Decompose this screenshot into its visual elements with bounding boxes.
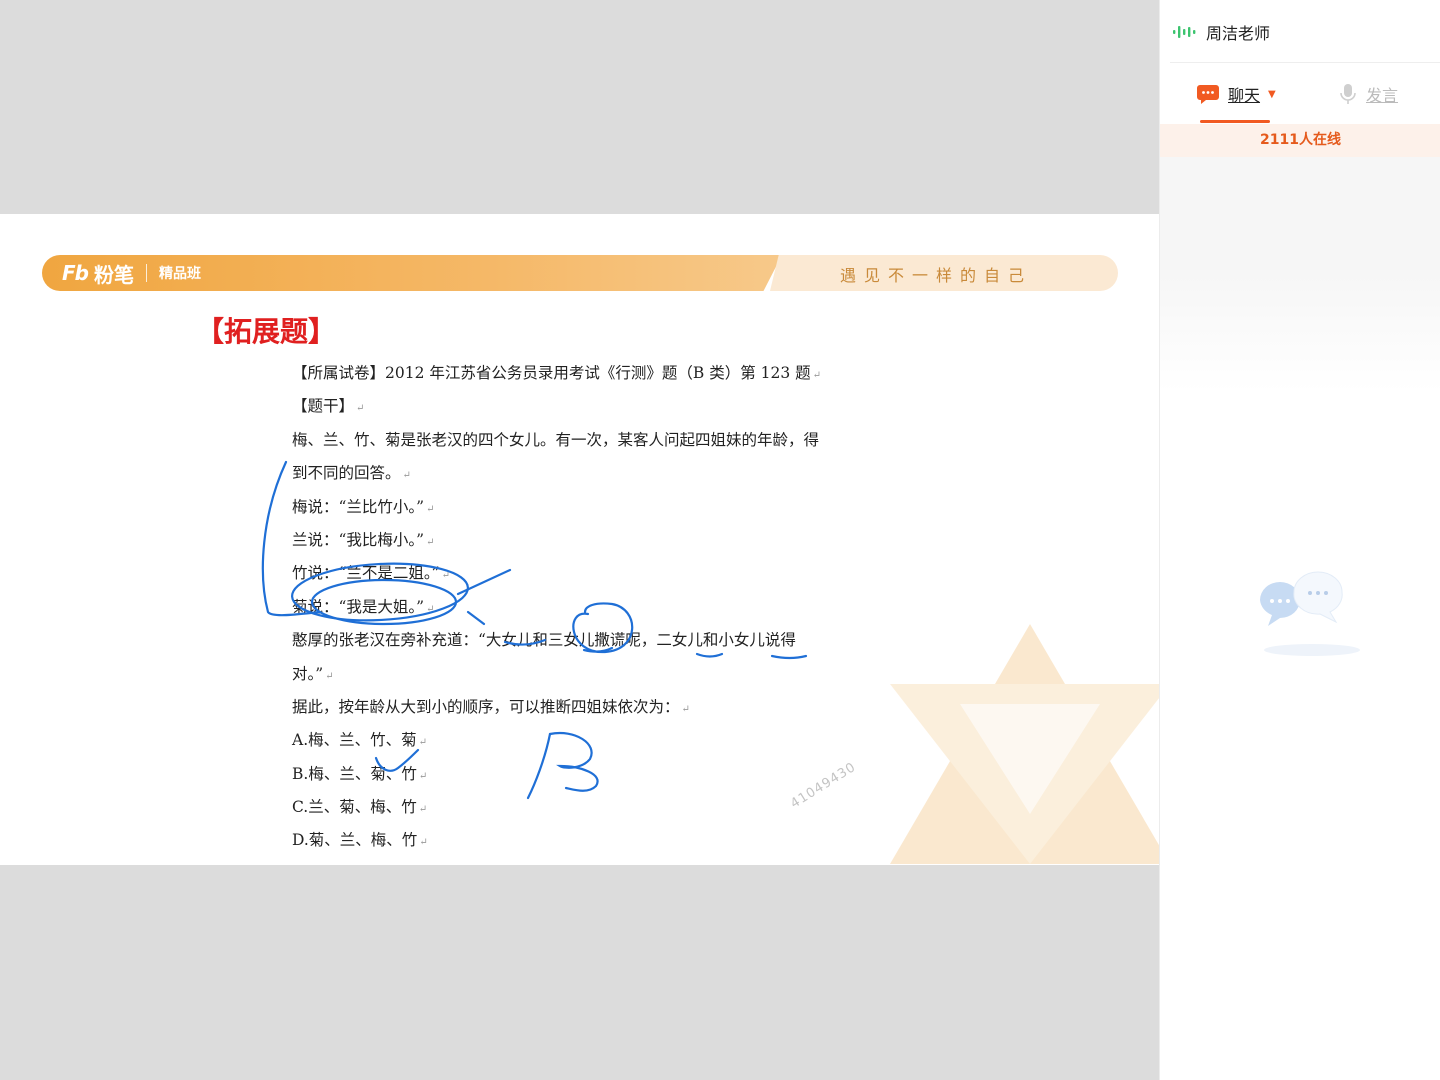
- chat-bubble-icon: [1197, 85, 1219, 104]
- online-count: 2111人在线: [1160, 124, 1440, 157]
- caret-down-icon[interactable]: ▼: [1268, 89, 1276, 100]
- option-d: D.菊、兰、梅、竹 ↵: [292, 831, 428, 850]
- tab-speak[interactable]: 发言: [1340, 82, 1398, 106]
- question-line: 梅、兰、竹、菊是张老汉的四个女儿。有一次，某客人问起四姐妹的年龄，得: [292, 430, 820, 449]
- class-label: 精品班: [158, 266, 201, 282]
- question-line: 梅说：“兰比竹小。” ↵: [292, 497, 435, 516]
- question-line: 菊说：“我是大姐。” ↵: [292, 597, 435, 616]
- brand-separator: [145, 264, 147, 282]
- question-line: 到不同的回答。 ↵: [292, 464, 411, 483]
- chat-area-fade: [1160, 272, 1440, 392]
- microphone-icon: [1340, 84, 1356, 104]
- section-title: 【拓展题】: [196, 315, 337, 348]
- empty-chat-icon: [1260, 571, 1360, 656]
- tab-chat-label: 聊天: [1228, 86, 1261, 105]
- slide-stage: Fb 粉笔 精品班 遇见不一样的自己 【拓展题】 【所属试卷】2012 年江苏省…: [0, 0, 1159, 1080]
- decorative-triangle-logo: [890, 624, 1159, 864]
- question-line: 竹说：“兰不是二姐。” ↵: [292, 564, 450, 583]
- teacher-name: 周洁老师: [1206, 24, 1271, 43]
- question-line: 【所属试卷】2012 年江苏省公务员录用考试《行测》题（B 类）第 123 题 ↵: [292, 364, 822, 382]
- question-line: 【题干】 ↵: [292, 397, 365, 416]
- question-body: 【所属试卷】2012 年江苏省公务员录用考试《行测》题（B 类）第 123 题 ↵…: [292, 357, 892, 858]
- brand-logo: Fb 粉笔 精品班: [62, 260, 201, 287]
- active-tab-indicator: [1200, 120, 1270, 123]
- question-line: 憨厚的张老汉在旁补充道：“大女儿和三女儿撒谎呢，二女儿和小女儿说得: [292, 631, 796, 650]
- question-line: 兰说：“我比梅小。” ↵: [292, 530, 435, 549]
- question-line: 据此，按年龄从大到小的顺序，可以推断四姐妹依次为： ↵: [292, 697, 690, 716]
- audio-wave-icon: [1173, 26, 1196, 38]
- tab-speak-label: 发言: [1366, 86, 1399, 105]
- option-b: B.梅、兰、菊、竹 ↵: [292, 764, 428, 783]
- brand-mark: Fb: [62, 261, 89, 285]
- question-line: 对。” ↵: [292, 664, 334, 683]
- live-side-panel: 周洁老师 聊天 ▼ 发言 2111人在线: [1159, 0, 1440, 1080]
- tab-chat[interactable]: 聊天 ▼: [1196, 82, 1276, 106]
- brand-name: 粉笔: [93, 262, 134, 287]
- slogan-text: 遇见不一样的自己: [840, 266, 1033, 285]
- teacher-header: 周洁老师: [1172, 20, 1270, 44]
- option-a: A.梅、兰、竹、菊 ↵: [292, 731, 428, 750]
- chat-message-area: [1160, 157, 1440, 272]
- lecture-slide: Fb 粉笔 精品班 遇见不一样的自己 【拓展题】 【所属试卷】2012 年江苏省…: [0, 214, 1159, 865]
- panel-divider: [1170, 62, 1440, 63]
